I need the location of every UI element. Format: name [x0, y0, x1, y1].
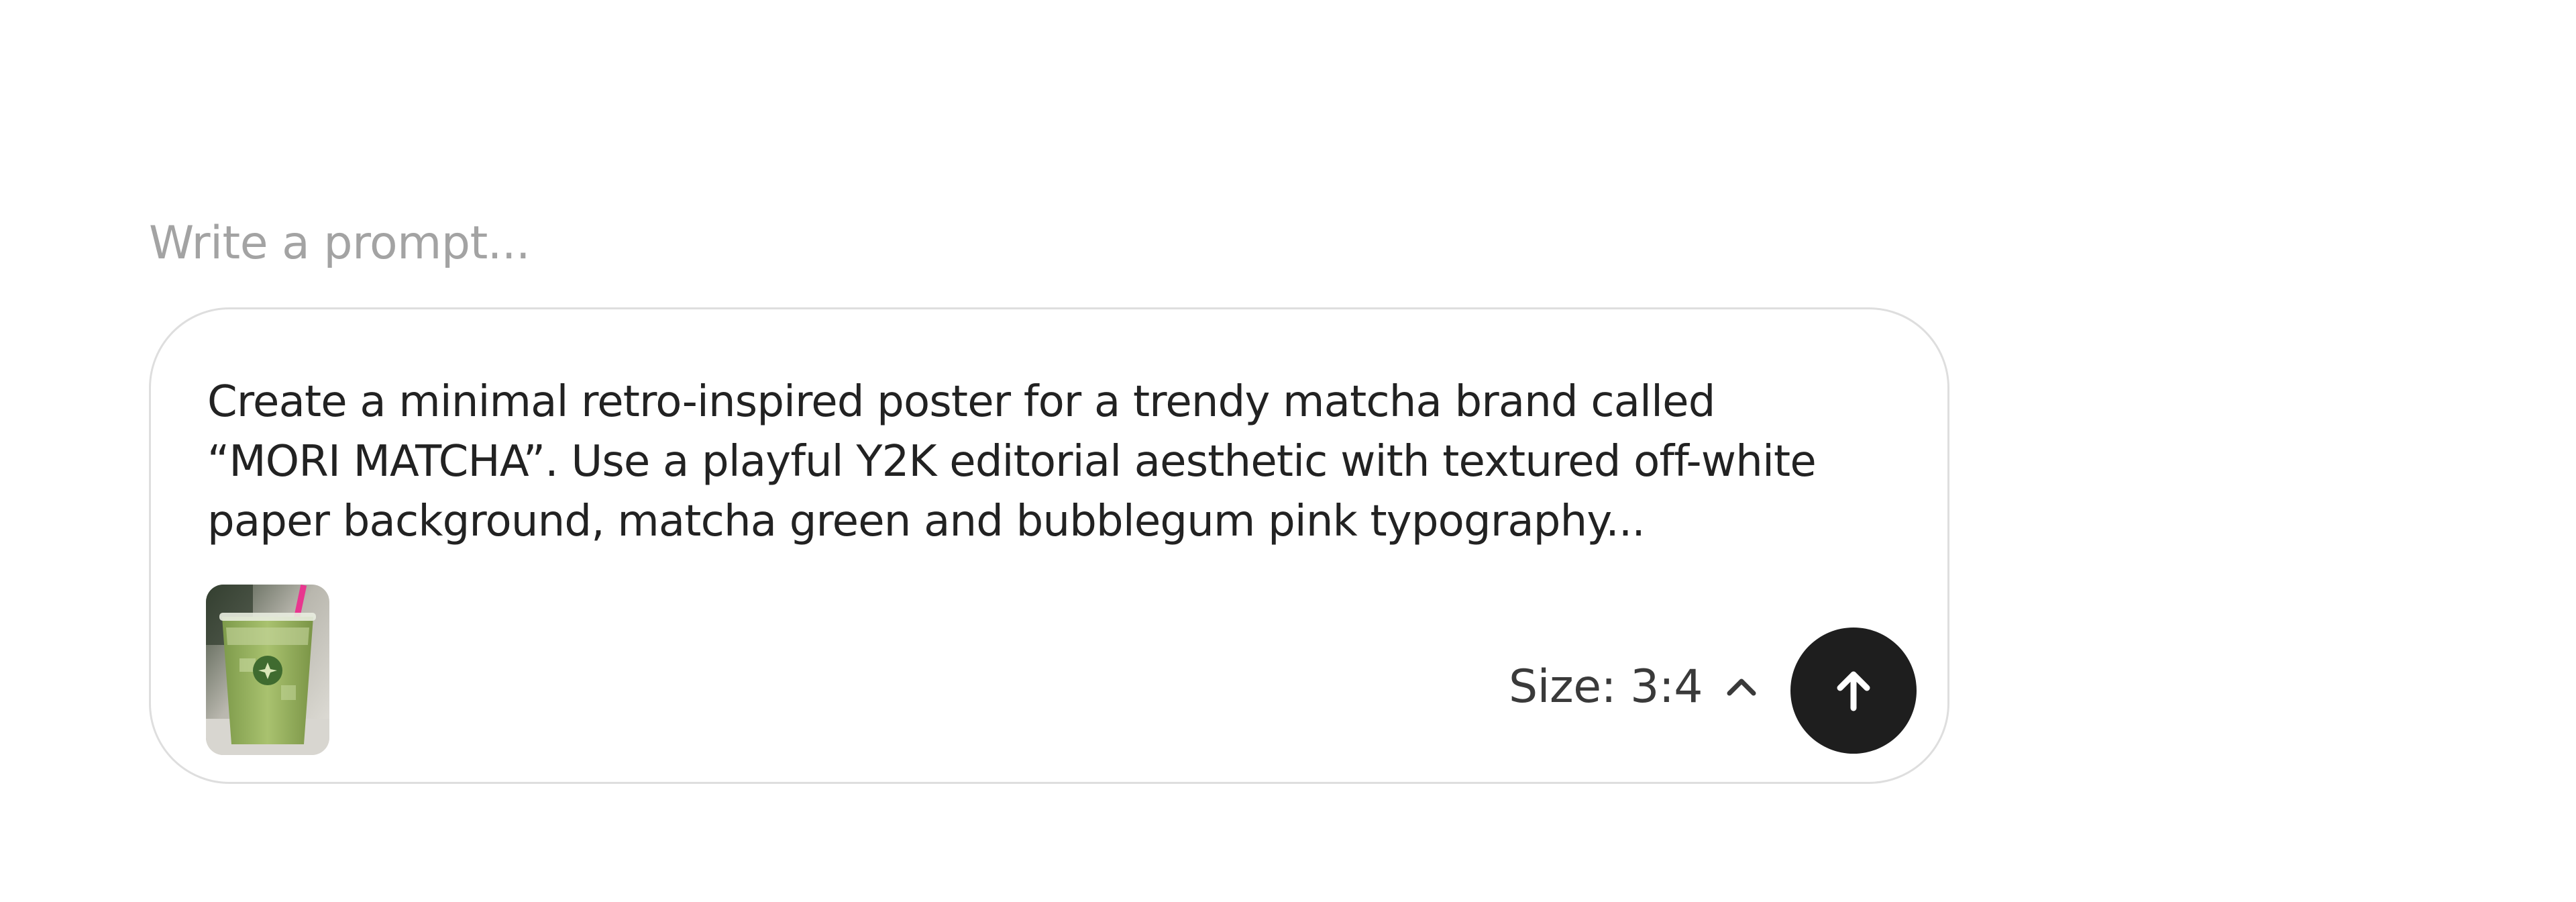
size-label: Size: 3:4	[1509, 660, 1703, 713]
prompt-heading: Write a prompt...	[149, 217, 531, 270]
prompt-textarea[interactable]: Create a minimal retro-inspired poster f…	[207, 372, 1898, 552]
prompt-page: Write a prompt... Create a minimal retro…	[0, 0, 2576, 902]
send-button[interactable]	[1790, 628, 1917, 754]
prompt-composer[interactable]: Create a minimal retro-inspired poster f…	[149, 307, 1949, 784]
chevron-up-icon	[1723, 668, 1760, 705]
size-selector[interactable]: Size: 3:4	[1509, 653, 1760, 720]
arrow-up-icon	[1837, 671, 1870, 711]
attached-image-thumbnail[interactable]	[206, 585, 329, 755]
matcha-cup-image	[206, 585, 329, 755]
